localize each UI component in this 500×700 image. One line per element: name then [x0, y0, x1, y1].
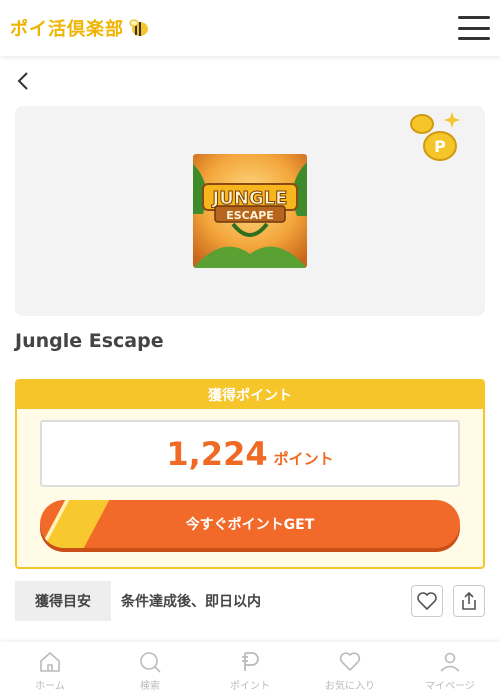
- points-card-header: 獲得ポイント: [17, 381, 483, 409]
- home-icon: [40, 651, 60, 672]
- share-icon: [462, 591, 476, 610]
- share-button[interactable]: [453, 585, 485, 617]
- get-points-button-label: 今すぐポイントGET: [185, 517, 315, 533]
- nav-favorites-label: お気に入り: [325, 681, 375, 692]
- nav-mypage-label: マイページ: [425, 681, 475, 692]
- coins-icon: P: [410, 112, 460, 161]
- back-button[interactable]: [14, 70, 34, 92]
- menu-line: [458, 16, 490, 19]
- nav-points[interactable]: ポイント: [200, 642, 300, 700]
- points-value: 1,224: [166, 434, 268, 473]
- app-icon-image: JUNGLE ESCAPE: [193, 154, 307, 268]
- app-title: Jungle Escape: [15, 330, 164, 352]
- user-icon: [440, 652, 460, 672]
- svg-text:P: P: [434, 137, 446, 156]
- nav-search-label: 検索: [140, 681, 160, 692]
- rule-tag: 獲得目安: [15, 581, 111, 621]
- site-logo[interactable]: ポイ活倶楽部: [10, 15, 150, 41]
- search-icon: [140, 652, 161, 673]
- acquisition-rule-row: 獲得目安 条件達成後、即日以内: [15, 581, 485, 621]
- nav-favorites[interactable]: お気に入り: [300, 642, 400, 700]
- nav-home[interactable]: ホーム: [0, 642, 100, 700]
- favorite-button[interactable]: [411, 585, 443, 617]
- points-display: 1,224 ポイント: [40, 420, 460, 487]
- bee-icon: [129, 19, 148, 36]
- heart-icon: [417, 592, 437, 611]
- menu-line: [458, 37, 490, 40]
- hamburger-menu-button[interactable]: [458, 14, 490, 42]
- chevron-left-icon: [17, 72, 28, 90]
- app-header: ポイ活倶楽部: [0, 0, 500, 56]
- button-stripe-decoration: [40, 500, 113, 548]
- points-unit: ポイント: [273, 450, 334, 468]
- point-p-icon: [242, 652, 259, 671]
- nav-points-label: ポイント: [230, 681, 270, 692]
- get-points-button[interactable]: 今すぐポイントGET: [40, 500, 460, 548]
- nav-home-label: ホーム: [35, 681, 65, 692]
- nav-search[interactable]: 検索: [100, 642, 200, 700]
- logo-text: ポイ活倶楽部: [10, 19, 124, 40]
- icon-title-bottom: ESCAPE: [226, 209, 274, 222]
- nav-mypage[interactable]: マイページ: [400, 642, 500, 700]
- bottom-navigation: ホーム 検索 ポイント お気に入り マイページ: [0, 642, 500, 700]
- rule-text: 条件達成後、即日以内: [121, 594, 261, 610]
- heart-icon: [339, 652, 361, 672]
- menu-line: [458, 26, 490, 30]
- points-card: 獲得ポイント 1,224 ポイント 今すぐポイントGET: [15, 379, 485, 569]
